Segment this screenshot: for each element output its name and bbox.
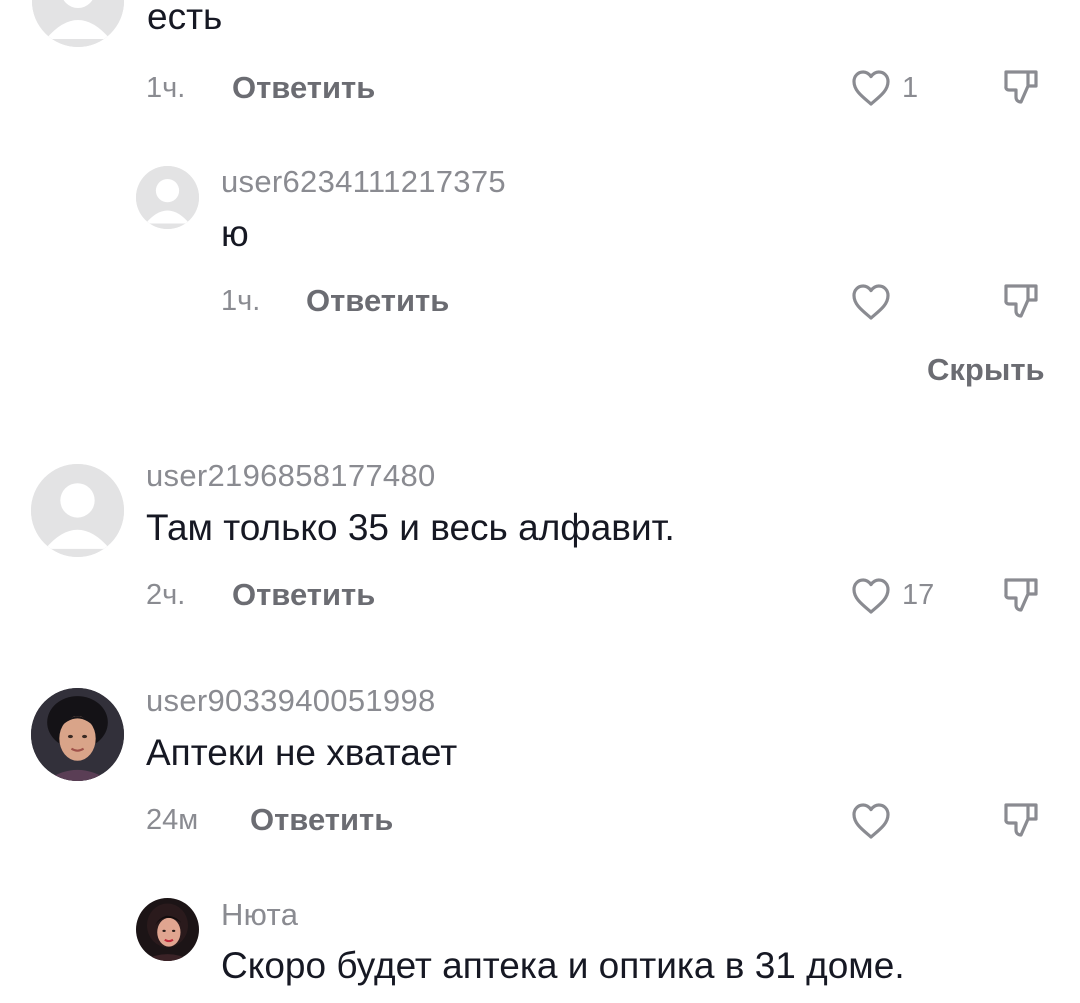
username[interactable]: user6234111217375	[221, 164, 506, 200]
comment-time: 1ч.	[146, 72, 186, 104]
comment-text: Аптеки не хватает	[146, 732, 458, 773]
thumbs-down-icon[interactable]	[1000, 66, 1044, 110]
avatar[interactable]	[31, 688, 124, 781]
heart-outline-icon[interactable]	[849, 574, 893, 618]
heart-outline-icon[interactable]	[849, 280, 893, 324]
thumbs-down-icon[interactable]	[1000, 280, 1044, 324]
reply-button[interactable]: Ответить	[250, 802, 393, 838]
comment-time: 2ч.	[146, 579, 186, 611]
hide-replies-button[interactable]: Скрыть	[927, 352, 1045, 388]
avatar[interactable]	[31, 464, 124, 557]
reply-button[interactable]: Ответить	[306, 283, 449, 319]
username[interactable]: Нюта	[221, 897, 298, 933]
like-count: 17	[902, 579, 935, 611]
comment-text: есть	[147, 0, 223, 37]
avatar[interactable]	[32, 0, 124, 47]
avatar[interactable]	[136, 898, 199, 961]
comment-time: 24м	[146, 804, 199, 836]
heart-outline-icon[interactable]	[849, 66, 893, 110]
thumbs-down-icon[interactable]	[1000, 574, 1044, 618]
heart-outline-icon[interactable]	[849, 799, 893, 843]
username[interactable]: user9033940051998	[146, 683, 436, 719]
comment-time: 1ч.	[221, 285, 261, 317]
comment-text: ю	[221, 213, 249, 254]
like-count: 1	[902, 72, 919, 104]
avatar[interactable]	[136, 166, 199, 229]
reply-button[interactable]: Ответить	[232, 70, 375, 106]
comment-text: Скоро будет аптека и оптика в 31 доме.	[221, 945, 905, 986]
comment-text: Там только 35 и весь алфавит.	[146, 507, 675, 548]
reply-button[interactable]: Ответить	[232, 577, 375, 613]
username[interactable]: user2196858177480	[146, 458, 436, 494]
thumbs-down-icon[interactable]	[1000, 799, 1044, 843]
